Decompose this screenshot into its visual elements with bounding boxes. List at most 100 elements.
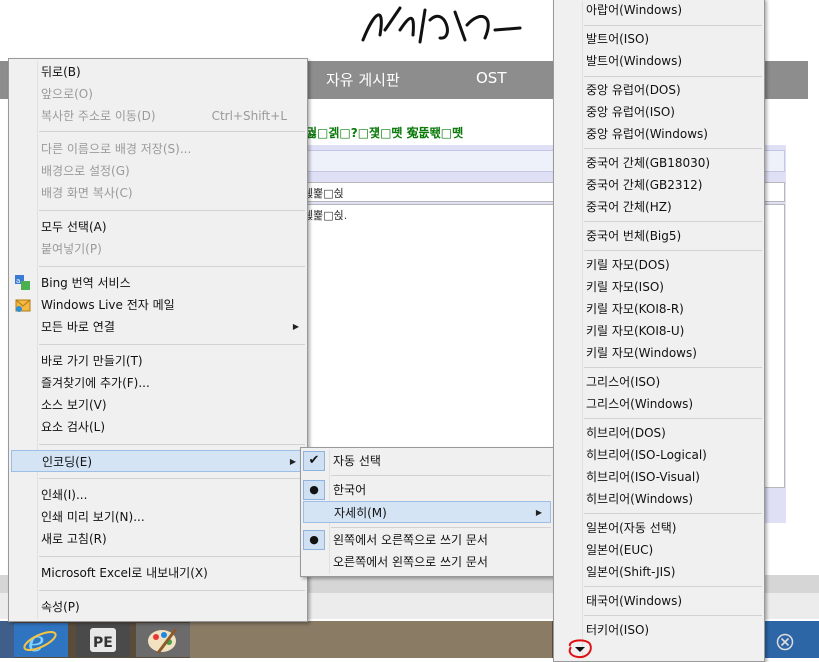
check-icon: ✔ — [303, 451, 325, 471]
menu-go-copied-address[interactable]: 복사한 주소로 이동(D) Ctrl+Shift+L — [9, 105, 307, 127]
encoding-korean[interactable]: ● 한국어 — [301, 479, 553, 501]
menu-save-background[interactable]: 다른 이름으로 배경 저장(S)... — [9, 138, 307, 160]
menu-all-accelerators[interactable]: 모든 바로 연결 ▶ — [9, 316, 307, 338]
menu-bing-translate[interactable]: a Bing 번역 서비스 — [9, 272, 307, 294]
menu-refresh-label: 새로 고침(R) — [41, 532, 107, 546]
encoding-item-label: 일본어(자동 선택) — [586, 521, 677, 535]
encoding-chinese-gb2312[interactable]: 중국어 간체(GB2312) — [554, 174, 764, 196]
menu-create-shortcut[interactable]: 바로 가기 만들기(T) — [9, 350, 307, 372]
encoding-item-label: 터키어(ISO) — [586, 623, 650, 637]
encoding-more[interactable]: 자세히(M) ▶ — [303, 501, 551, 523]
taskbar-app-paint[interactable] — [136, 623, 190, 657]
encoding-item-label: 일본어(Shift-JIS) — [586, 565, 676, 579]
menu-go-copied-address-label: 복사한 주소로 이동(D) — [41, 109, 156, 123]
encoding-chinese-big5[interactable]: 중국어 번체(Big5) — [554, 225, 764, 247]
encoding-cyrillic-windows[interactable]: 키릴 자모(Windows) — [554, 342, 764, 364]
menu-set-background[interactable]: 배경으로 설정(G) — [9, 160, 307, 182]
taskbar-app-photoscape[interactable]: PE — [76, 623, 130, 657]
encoding-hebrew-iso-visual[interactable]: 히브리어(ISO-Visual) — [554, 466, 764, 488]
encoding-japanese-auto[interactable]: 일본어(자동 선택) — [554, 517, 764, 539]
encoding-item-label: 발트어(ISO) — [586, 32, 650, 46]
menu-forward-label: 앞으로(O) — [41, 87, 93, 101]
encoding-cyrillic-iso[interactable]: 키릴 자모(ISO) — [554, 276, 764, 298]
menu-properties-label: 속성(P) — [41, 600, 80, 614]
menu-export-excel[interactable]: Microsoft Excel로 내보내기(X) — [9, 562, 307, 584]
taskbar-edge — [0, 621, 14, 658]
encoding-baltic-iso[interactable]: 발트어(ISO) — [554, 28, 764, 50]
menu-inspect-element[interactable]: 요소 검사(L) — [9, 416, 307, 438]
encoding-central-europe-dos[interactable]: 중앙 유럽어(DOS) — [554, 79, 764, 101]
taskbar-background — [190, 621, 552, 658]
encoding-item-label: 중앙 유럽어(Windows) — [586, 127, 708, 141]
encoding-hebrew-dos[interactable]: 히브리어(DOS) — [554, 422, 764, 444]
menu-separator — [584, 25, 762, 26]
encoding-japanese-shift-jis[interactable]: 일본어(Shift-JIS) — [554, 561, 764, 583]
encoding-cyrillic-dos[interactable]: 키릴 자모(DOS) — [554, 254, 764, 276]
menu-create-shortcut-label: 바로 가기 만들기(T) — [41, 354, 143, 368]
menu-separator — [39, 344, 305, 345]
menu-refresh[interactable]: 새로 고침(R) — [9, 528, 307, 550]
encoding-cyrillic-koi8u[interactable]: 키릴 자모(KOI8-U) — [554, 320, 764, 342]
encoding-greek-windows[interactable]: 그리스어(Windows) — [554, 393, 764, 415]
menu-separator — [331, 527, 551, 528]
menu-separator — [584, 586, 762, 587]
menu-add-favorites[interactable]: 즐겨찾기에 추가(F)... — [9, 372, 307, 394]
menu-properties[interactable]: 속성(P) — [9, 596, 307, 618]
menu-copy-background[interactable]: 배경 화면 복사(C) — [9, 182, 307, 204]
encoding-chinese-hz[interactable]: 중국어 간체(HZ) — [554, 196, 764, 218]
encoding-auto-select[interactable]: ✔ 자동 선택 — [301, 450, 553, 472]
more-encodings-submenu: 아랍어(Windows) 발트어(ISO) 발트어(Windows) 중앙 유럽… — [553, 0, 765, 662]
encoding-thai-windows[interactable]: 태국어(Windows) — [554, 590, 764, 612]
photoscape-icon: PE — [90, 628, 116, 652]
encoding-chinese-gb18030[interactable]: 중국어 간체(GB18030) — [554, 152, 764, 174]
scroll-down-arrow-icon[interactable] — [566, 638, 594, 660]
menu-separator — [39, 131, 305, 132]
menu-back[interactable]: 뒤로(B) — [9, 61, 307, 83]
encoding-japanese-euc[interactable]: 일본어(EUC) — [554, 539, 764, 561]
encoding-item-label: 태국어(Windows) — [586, 594, 683, 608]
menu-separator — [584, 367, 762, 368]
menu-select-all[interactable]: 모두 선택(A) — [9, 216, 307, 238]
encoding-hebrew-windows[interactable]: 히브리어(Windows) — [554, 488, 764, 510]
encoding-baltic-windows[interactable]: 발트어(Windows) — [554, 50, 764, 72]
encoding-item-label: 중국어 간체(HZ) — [586, 200, 672, 214]
encoding-cyrillic-koi8r[interactable]: 키릴 자모(KOI8-R) — [554, 298, 764, 320]
menu-print[interactable]: 인쇄(I)... — [9, 484, 307, 506]
menu-forward[interactable]: 앞으로(O) — [9, 83, 307, 105]
radio-dot-icon: ● — [303, 480, 325, 500]
encoding-ltr-document[interactable]: ● 왼쪽에서 오른쪽으로 쓰기 문서 — [301, 529, 553, 551]
bing-translator-icon: a — [15, 275, 30, 290]
encoding-arabic-windows[interactable]: 아랍어(Windows) — [554, 0, 764, 21]
encoding-item-label: 중앙 유럽어(ISO) — [586, 105, 675, 119]
menu-view-source[interactable]: 소스 보기(V) — [9, 394, 307, 416]
paint-icon — [148, 628, 178, 654]
menu-select-all-label: 모두 선택(A) — [41, 220, 107, 234]
encoding-auto-select-label: 자동 선택 — [333, 454, 381, 468]
nav-free-board[interactable]: 자유 게시판 — [326, 69, 400, 90]
menu-print-preview[interactable]: 인쇄 미리 보기(N)... — [9, 506, 307, 528]
encoding-item-label: 히브리어(DOS) — [586, 426, 666, 440]
encoding-greek-iso[interactable]: 그리스어(ISO) — [554, 371, 764, 393]
encoding-central-europe-windows[interactable]: 중앙 유럽어(Windows) — [554, 123, 764, 145]
menu-bing-translate-label: Bing 번역 서비스 — [41, 276, 131, 290]
menu-separator — [331, 475, 551, 476]
menu-separator — [39, 590, 305, 591]
encoding-rtl-document[interactable]: 오른쪽에서 왼쪽으로 쓰기 문서 — [301, 551, 553, 573]
menu-encoding[interactable]: 인코딩(E) ▶ — [11, 450, 305, 472]
menu-view-source-label: 소스 보기(V) — [41, 398, 107, 412]
menu-paste[interactable]: 붙여넣기(P) — [9, 238, 307, 260]
nav-ost[interactable]: OST — [476, 69, 507, 87]
encoding-rtl-label: 오른쪽에서 왼쪽으로 쓰기 문서 — [333, 555, 488, 569]
encoding-item-label: 중국어 간체(GB18030) — [586, 156, 711, 170]
close-circle-icon[interactable] — [776, 633, 794, 651]
encoding-item-label: 중국어 간체(GB2312) — [586, 178, 703, 192]
encoding-item-label: 그리스어(ISO) — [586, 375, 661, 389]
encoding-item-label: 히브리어(Windows) — [586, 492, 694, 506]
svg-text:PE: PE — [93, 635, 113, 651]
taskbar-app-ie[interactable]: e — [14, 623, 68, 658]
menu-save-background-label: 다른 이름으로 배경 저장(S)... — [41, 142, 192, 156]
menu-windows-live-mail[interactable]: Windows Live 전자 메일 — [9, 294, 307, 316]
encoding-hebrew-iso-logical[interactable]: 히브리어(ISO-Logical) — [554, 444, 764, 466]
encoding-central-europe-iso[interactable]: 중앙 유럽어(ISO) — [554, 101, 764, 123]
menu-paste-label: 붙여넣기(P) — [41, 242, 102, 256]
